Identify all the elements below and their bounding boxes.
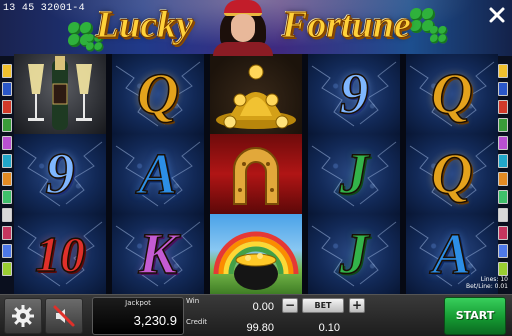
payline-marker-right-3[interactable] <box>498 100 508 114</box>
symbol-j: J <box>339 140 370 207</box>
pot-of-gold-symbol <box>213 231 299 290</box>
payline-marker-right-11[interactable] <box>498 244 508 258</box>
payline-markers-left <box>2 64 14 276</box>
win-label: Win <box>186 297 200 305</box>
payline-marker-left-7[interactable] <box>2 172 12 186</box>
credit-value: 99.80 <box>246 322 274 334</box>
reel-cell: K <box>112 214 204 294</box>
payline-marker-right-7[interactable] <box>498 172 508 186</box>
symbol-10: 10 <box>34 225 86 283</box>
bet-per-line: Bet/Line: 0.01 <box>466 283 508 290</box>
payline-marker-right-1[interactable] <box>498 64 508 78</box>
win-value: 0.00 <box>252 301 274 313</box>
reel-area[interactable]: 9 10 Q A K 9 J J Q Q A <box>14 54 498 294</box>
payline-marker-left-3[interactable] <box>2 100 12 114</box>
status-line: 13 45 32001-4 <box>3 3 85 14</box>
reel-cell <box>14 54 106 134</box>
sound-button[interactable] <box>45 298 83 334</box>
clover-icon-right-small <box>429 25 448 44</box>
reel-2: QAK <box>112 54 204 294</box>
bet-decrease-button[interactable]: − <box>282 298 298 313</box>
payline-marker-left-6[interactable] <box>2 154 12 168</box>
logo-word-lucky: Lucky <box>95 4 194 47</box>
payline-marker-left-11[interactable] <box>2 244 12 258</box>
payline-marker-left-5[interactable] <box>2 136 12 150</box>
reel-cell: Q <box>406 54 498 134</box>
symbol-k: K <box>138 220 178 287</box>
bet-button[interactable]: BET <box>302 298 344 313</box>
horseshoe-symbol <box>233 147 279 205</box>
payline-marker-left-1[interactable] <box>2 64 12 78</box>
champagne-symbol <box>28 56 92 130</box>
payline-marker-left-8[interactable] <box>2 190 12 204</box>
symbol-a: A <box>138 140 178 207</box>
reel-cell: 10 <box>14 214 106 294</box>
payline-markers-right <box>498 64 510 276</box>
symbol-j: J <box>339 220 370 287</box>
speaker-muted-icon <box>53 305 75 327</box>
payline-marker-right-2[interactable] <box>498 82 508 96</box>
reel-cell: Q <box>112 54 204 134</box>
payline-marker-right-6[interactable] <box>498 154 508 168</box>
symbol-q: Q <box>430 140 473 207</box>
lines-info: Lines: 10 Bet/Line: 0.01 <box>450 276 508 290</box>
control-panel: Jackpot 3,230.9 Win 0.00 Credit 99.80 − … <box>0 294 512 336</box>
payline-marker-right-12[interactable] <box>498 262 508 276</box>
close-icon <box>489 7 505 23</box>
close-button[interactable] <box>484 2 510 28</box>
jackpot-label: Jackpot <box>125 299 151 307</box>
bet-increase-button[interactable]: + <box>349 298 365 313</box>
bet-value: 0.10 <box>318 322 340 334</box>
reel-cell: J <box>308 214 400 294</box>
payline-marker-left-4[interactable] <box>2 118 12 132</box>
symbol-9: 9 <box>339 60 370 127</box>
reel-cell: A <box>112 134 204 214</box>
reel-cell <box>210 134 302 214</box>
reel-cell <box>210 214 302 294</box>
game-header: 13 45 32001-4 Lucky Fortune <box>0 0 512 56</box>
payline-marker-left-12[interactable] <box>2 262 12 276</box>
symbol-q: Q <box>136 60 179 127</box>
reel-cell: Q <box>406 134 498 214</box>
reel-cell: J <box>308 134 400 214</box>
payline-marker-left-9[interactable] <box>2 208 12 222</box>
payline-marker-right-8[interactable] <box>498 190 508 204</box>
reel-3 <box>210 54 302 294</box>
symbol-9: 9 <box>45 140 76 207</box>
payline-marker-right-9[interactable] <box>498 208 508 222</box>
jackpot-display: Jackpot 3,230.9 <box>92 297 184 335</box>
reel-cell <box>210 54 302 134</box>
start-button[interactable]: START <box>444 297 506 335</box>
gear-icon <box>12 305 34 327</box>
lines-count: Lines: 10 <box>480 276 508 283</box>
credit-label: Credit <box>186 318 208 326</box>
payline-marker-left-2[interactable] <box>2 82 12 96</box>
payline-marker-left-10[interactable] <box>2 226 12 240</box>
payline-marker-right-4[interactable] <box>498 118 508 132</box>
fortune-teller-character <box>208 0 278 56</box>
settings-button[interactable] <box>4 298 42 334</box>
symbol-q: Q <box>430 60 473 127</box>
jackpot-value: 3,230.9 <box>133 313 177 328</box>
reel-5: QQA <box>406 54 498 294</box>
payline-marker-right-10[interactable] <box>498 226 508 240</box>
reel-4: 9 JJ <box>308 54 400 294</box>
reel-1: 9 10 <box>14 54 106 294</box>
payline-marker-right-5[interactable] <box>498 136 508 150</box>
coins-symbol <box>216 64 296 129</box>
reel-cell: 9 <box>308 54 400 134</box>
logo-word-fortune: Fortune <box>282 4 412 47</box>
reel-cell: 9 <box>14 134 106 214</box>
